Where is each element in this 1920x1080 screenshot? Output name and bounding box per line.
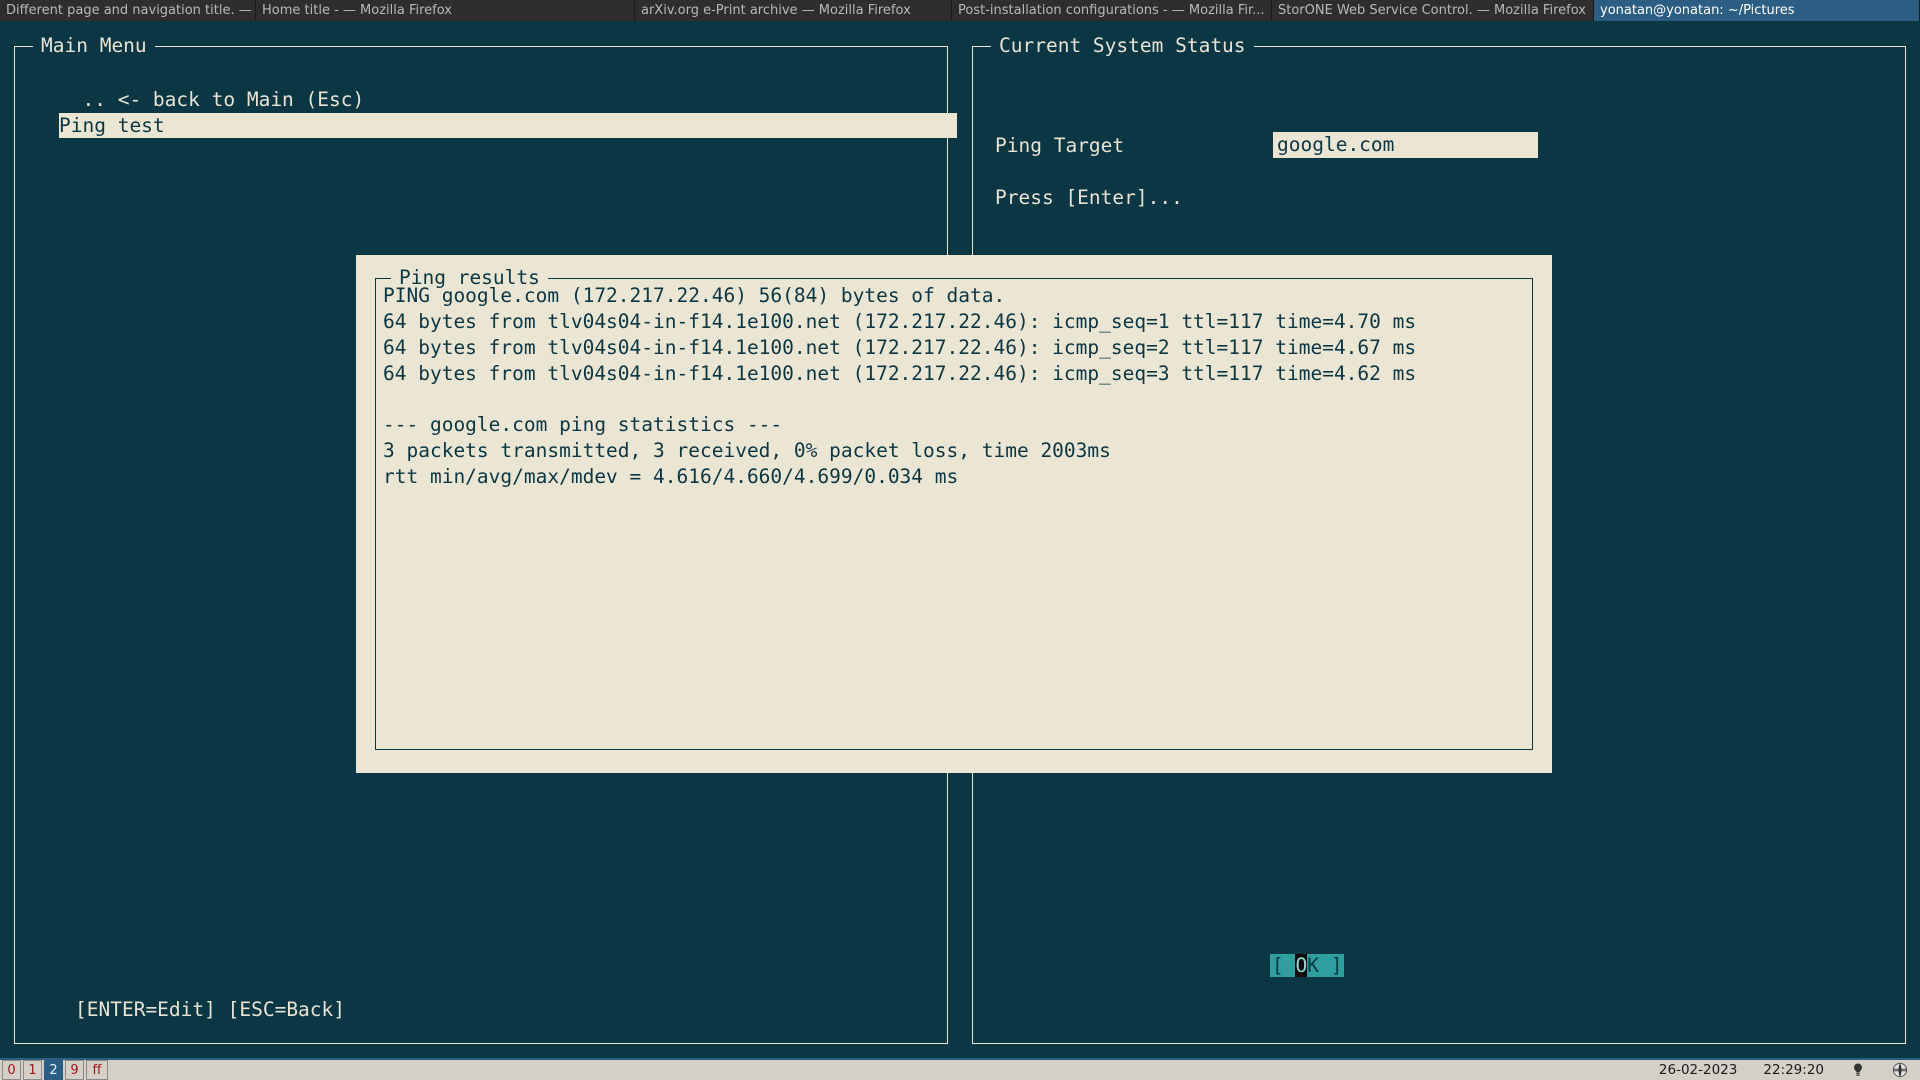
terminal-screen: Main Menu .. <- back to Main (Esc) Ping … <box>0 22 1920 1058</box>
status-time: 22:29:20 <box>1763 1062 1824 1078</box>
taskbar-item-label: Different page and navigation title. — M… <box>6 3 256 18</box>
ping-results-frame: Ping results PING google.com (172.217.22… <box>375 278 1533 750</box>
menu-item-ping-test-label: Ping test <box>59 114 165 137</box>
main-menu-title: Main Menu <box>33 33 155 59</box>
ping-output-line: rtt min/avg/max/mdev = 4.616/4.660/4.699… <box>383 464 1416 490</box>
taskbar-item-5[interactable]: yonatan@yonatan: ~/Pictures <box>1594 0 1920 21</box>
taskbar-item-3[interactable]: Post-installation configurations - — Moz… <box>952 0 1272 21</box>
taskbar-item-0[interactable]: Different page and navigation title. — M… <box>0 0 256 21</box>
ok-button-cursor: O <box>1295 954 1307 977</box>
workspace-button-2[interactable]: 2 <box>44 1060 63 1080</box>
ok-button[interactable]: [ OK ] <box>1270 954 1344 977</box>
ping-target-input[interactable]: google.com <box>1273 132 1538 158</box>
menu-item-back[interactable]: .. <- back to Main (Esc) <box>15 87 947 113</box>
ping-output-line: 64 bytes from tlv04s04-in-f14.1e100.net … <box>383 309 1416 335</box>
system-status-title: Current System Status <box>991 33 1254 59</box>
taskbar-item-4[interactable]: StorONE Web Service Control. — Mozilla F… <box>1272 0 1594 21</box>
workspace-button-0[interactable]: 0 <box>2 1060 21 1080</box>
ok-button-suffix: K ] <box>1307 954 1342 977</box>
ping-target-label: Ping Target <box>995 133 1124 159</box>
workspace-switcher[interactable]: 0129ff <box>0 1060 108 1080</box>
taskbar-item-1[interactable]: Home title - — Mozilla Firefox <box>256 0 635 21</box>
taskbar-item-label: Post-installation configurations - — Moz… <box>958 3 1265 18</box>
main-menu-list: .. <- back to Main (Esc) <box>15 87 947 113</box>
ping-output-line: 64 bytes from tlv04s04-in-f14.1e100.net … <box>383 335 1416 361</box>
ping-output-line: --- google.com ping statistics --- <box>383 412 1416 438</box>
status-date: 26-02-2023 <box>1659 1062 1737 1078</box>
ping-output-line: PING google.com (172.217.22.46) 56(84) b… <box>383 283 1416 309</box>
window-taskbar[interactable]: Different page and navigation title. — M… <box>0 0 1920 22</box>
globe-icon[interactable] <box>1892 1062 1908 1078</box>
ok-button-prefix: [ <box>1272 954 1295 977</box>
taskbar-item-label: StorONE Web Service Control. — Mozilla F… <box>1278 3 1586 18</box>
ping-output-line <box>383 387 1416 413</box>
status-bar-tray: 26-02-2023 22:29:20 <box>1659 1062 1920 1078</box>
press-enter-hint: Press [Enter]... <box>995 185 1183 211</box>
taskbar-item-label: Home title - — Mozilla Firefox <box>262 3 452 18</box>
status-bar: 0129ff 26-02-2023 22:29:20 <box>0 1058 1920 1080</box>
lightbulb-icon[interactable] <box>1850 1062 1866 1078</box>
workspace-button-1[interactable]: 1 <box>23 1060 42 1080</box>
menu-item-ping-test[interactable]: Ping test <box>59 113 957 138</box>
workspace-button-ff[interactable]: ff <box>86 1060 108 1080</box>
keyboard-hints: [ENTER=Edit] [ESC=Back] <box>75 997 345 1023</box>
taskbar-item-2[interactable]: arXiv.org e-Print archive — Mozilla Fire… <box>635 0 952 21</box>
ping-output-line: 3 packets transmitted, 3 received, 0% pa… <box>383 438 1416 464</box>
taskbar-item-label: yonatan@yonatan: ~/Pictures <box>1600 3 1795 18</box>
ping-output-text: PING google.com (172.217.22.46) 56(84) b… <box>383 283 1416 490</box>
ping-output-line: 64 bytes from tlv04s04-in-f14.1e100.net … <box>383 361 1416 387</box>
workspace-button-9[interactable]: 9 <box>65 1060 84 1080</box>
taskbar-item-label: arXiv.org e-Print archive — Mozilla Fire… <box>641 3 911 18</box>
ping-results-dialog: Ping results PING google.com (172.217.22… <box>356 255 1552 773</box>
